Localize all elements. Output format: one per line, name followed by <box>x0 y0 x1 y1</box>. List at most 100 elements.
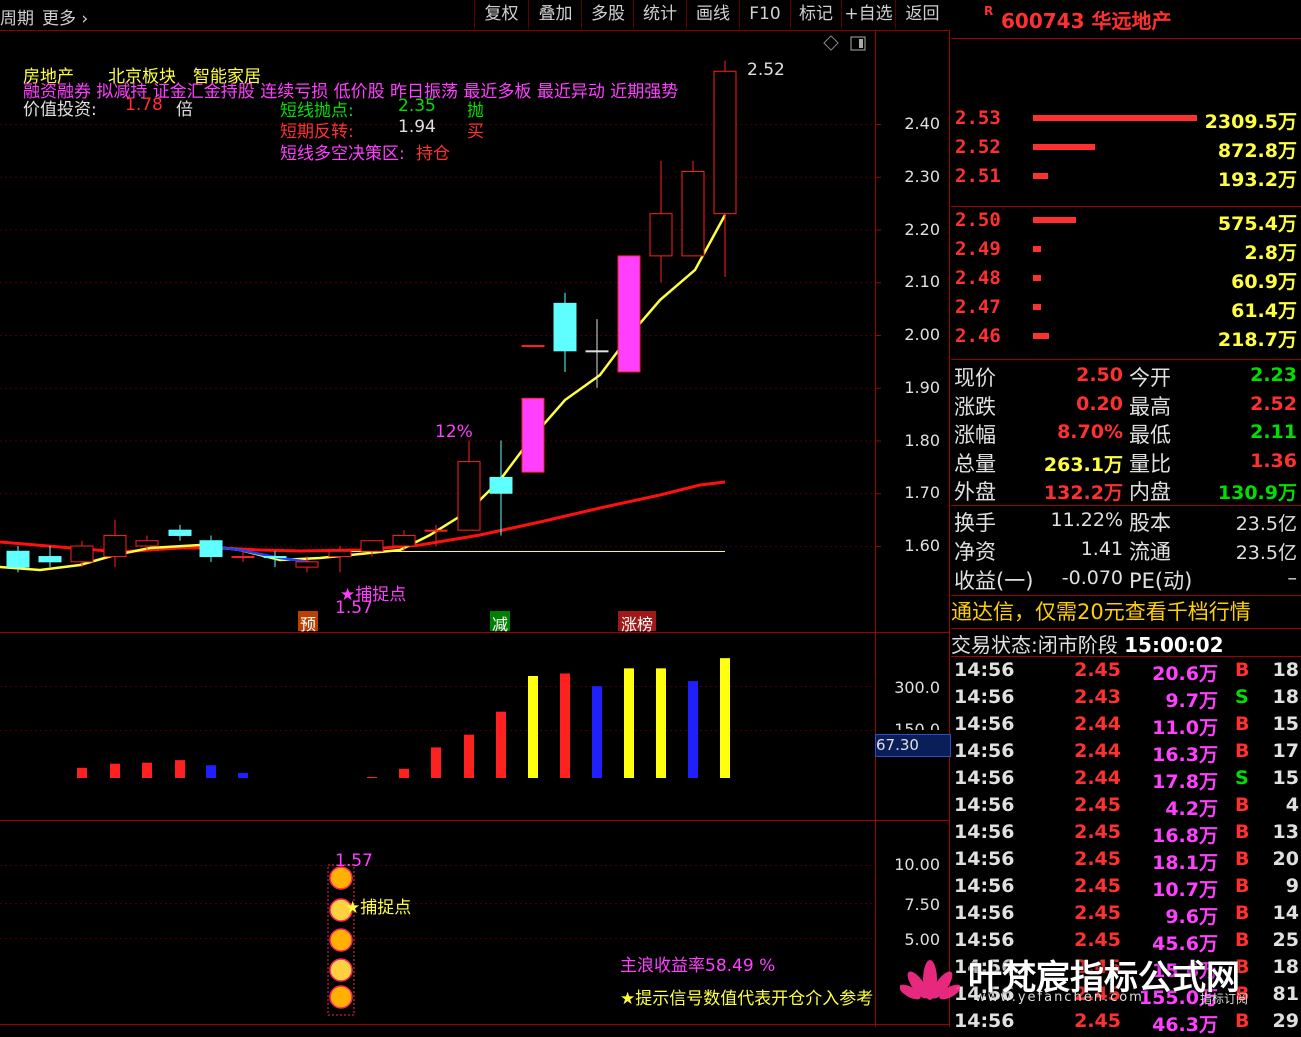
period-button[interactable]: 周期 <box>0 4 34 29</box>
vol-axis-300: 300.0 <box>894 678 940 697</box>
tick-row: 14:56 2.44 16.3万 B 17 <box>951 739 1301 766</box>
tick-price: 2.44 <box>1074 767 1121 789</box>
volume-bars <box>77 658 730 778</box>
candle-body[interactable] <box>103 534 127 558</box>
book-volume: 575.4万 <box>1217 213 1297 235</box>
candle-body[interactable] <box>489 476 513 494</box>
book-level[interactable]: 2.47 61.4万 <box>951 296 1301 322</box>
price-axis-label: 2.30 <box>904 166 940 186</box>
diamond-icon[interactable] <box>823 35 839 51</box>
tick-side: B <box>1235 848 1250 870</box>
toolbar-button-4[interactable]: 画线 <box>686 0 739 29</box>
toolbar-button-7[interactable]: +自选 <box>841 0 895 29</box>
volume-bar[interactable] <box>77 767 87 778</box>
tick-volume: 10.7万 <box>1152 879 1218 901</box>
candle-body[interactable] <box>553 302 577 352</box>
tick-price: 2.45 <box>1074 929 1121 951</box>
candle-body[interactable] <box>521 397 545 473</box>
high-price-label: 2.52 <box>747 60 785 80</box>
fund-value: – <box>1287 567 1298 589</box>
candle-body[interactable] <box>392 534 416 547</box>
quote-label: 内盘 <box>1129 480 1171 504</box>
toolbar-button-2[interactable]: 多股 <box>581 0 634 29</box>
toolbar-button-8[interactable]: 返回 <box>895 0 949 29</box>
candle-body[interactable] <box>713 70 737 215</box>
stock-code-name[interactable]: 600743 华远地产 <box>1001 5 1171 34</box>
more-button[interactable]: 更多 › <box>42 4 88 29</box>
quote-label: 涨跌 <box>954 394 996 419</box>
tick-row: 14:56 2.45 9.6万 B 14 <box>951 901 1301 928</box>
wave-yield-label: 主浪收益率58.49 % <box>620 951 775 976</box>
book-volume-bar <box>1033 246 1041 252</box>
volume-bar[interactable] <box>110 763 120 778</box>
candle-body[interactable] <box>521 345 545 348</box>
book-level[interactable]: 2.46 218.7万 <box>951 325 1301 351</box>
volume-bar[interactable] <box>175 760 185 778</box>
book-level[interactable]: 2.52 872.8万 <box>951 136 1301 162</box>
tick-price: 2.44 <box>1074 740 1121 762</box>
toolbar-button-5[interactable]: F10 <box>739 0 790 29</box>
tick-time: 14:56 <box>954 767 1015 789</box>
candle-body[interactable] <box>38 556 62 563</box>
candle-body[interactable] <box>263 556 287 559</box>
tick-row: 14:56 2.45 20.6万 B 18 <box>951 658 1301 685</box>
candle-body[interactable] <box>617 255 641 373</box>
toolbar-button-6[interactable]: 标记 <box>790 0 841 29</box>
volume-bar[interactable] <box>592 686 602 778</box>
candle-body[interactable] <box>457 461 481 531</box>
candle-body[interactable] <box>231 556 255 559</box>
volume-bar[interactable] <box>431 747 441 778</box>
tick-side: B <box>1235 713 1250 735</box>
volume-bar[interactable] <box>238 772 248 778</box>
marker-pre[interactable]: 预 <box>298 611 318 634</box>
candle-body[interactable] <box>681 170 705 257</box>
trade-status-time: 15:00:02 <box>1124 633 1224 657</box>
volume-bar[interactable] <box>656 668 666 778</box>
candle-body[interactable] <box>585 350 609 353</box>
promo-banner[interactable]: 通达信，仅需20元查看千档行情 <box>951 596 1251 626</box>
book-level[interactable]: 2.49 2.8万 <box>951 238 1301 264</box>
kline-chart-area[interactable] <box>0 30 951 1027</box>
fund-label: 净资 <box>954 540 996 564</box>
candle-body[interactable] <box>328 550 352 558</box>
volume-bar[interactable] <box>496 711 506 778</box>
book-level[interactable]: 2.51 193.2万 <box>951 165 1301 191</box>
toolbar-button-0[interactable]: 复权 <box>474 0 528 29</box>
book-level[interactable]: 2.53 2309.5万 <box>951 107 1301 133</box>
candle-body[interactable] <box>424 529 448 532</box>
tick-count: 81 <box>1272 983 1299 1005</box>
volume-bar[interactable] <box>624 668 634 778</box>
book-level[interactable]: 2.48 60.9万 <box>951 267 1301 293</box>
quote-panel: 2.53 2309.5万 2.52 872.8万 2.51 193.2万 2.50 575.… <box>951 39 1301 1036</box>
candle-body[interactable] <box>168 529 192 536</box>
tick-count: 18 <box>1272 956 1299 978</box>
toolbar-button-3[interactable]: 统计 <box>633 0 686 29</box>
candle-body[interactable] <box>360 540 384 552</box>
candle-body[interactable] <box>649 213 673 257</box>
candle-body[interactable] <box>199 540 223 558</box>
volume-bar[interactable] <box>560 673 570 778</box>
volume-bar[interactable] <box>464 734 474 778</box>
tick-side: B <box>1235 659 1250 681</box>
volume-bar[interactable] <box>367 776 377 778</box>
volume-bar[interactable] <box>720 658 730 778</box>
tick-side: B <box>1235 794 1250 816</box>
marker-reduce[interactable]: 减 <box>490 611 510 634</box>
tick-count: 18 <box>1272 686 1299 708</box>
volume-bar[interactable] <box>688 681 698 778</box>
wave-yield-caption: 主浪收益率 <box>620 956 705 976</box>
toolbar-button-1[interactable]: 叠加 <box>528 0 582 29</box>
volume-bar[interactable] <box>142 762 152 778</box>
marker-top-list[interactable]: 涨榜 <box>618 611 656 634</box>
candle-body[interactable] <box>6 550 30 568</box>
book-price: 2.53 <box>955 107 1001 129</box>
candle-body[interactable] <box>135 540 159 547</box>
book-level[interactable]: 2.50 575.4万 <box>951 209 1301 235</box>
volume-bar[interactable] <box>399 768 409 778</box>
volume-bar[interactable] <box>528 676 538 778</box>
candle-body[interactable] <box>295 561 319 568</box>
volume-bar[interactable] <box>206 765 216 778</box>
candle-body[interactable] <box>70 545 94 563</box>
moving-averages <box>0 214 727 572</box>
tick-count: 20 <box>1272 848 1299 870</box>
